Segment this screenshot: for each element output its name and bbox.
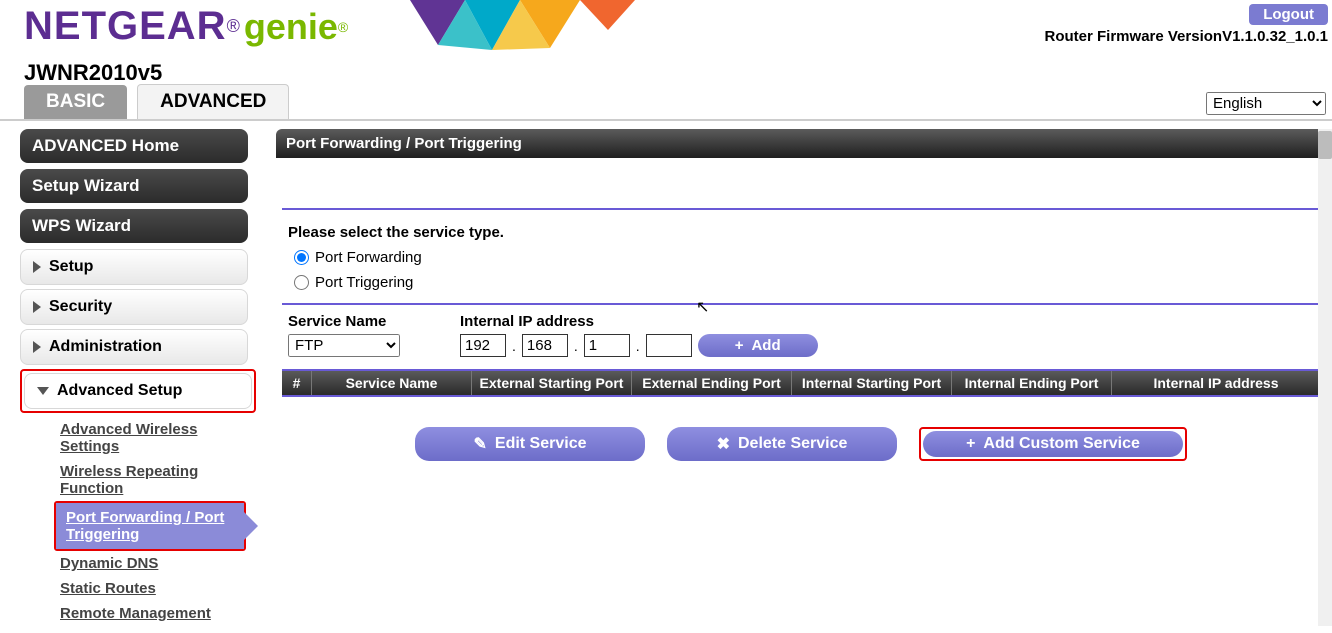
sublink-port-forwarding[interactable]: Port Forwarding / Port Triggering [56,503,244,549]
port-table-header: # Service Name External Starting Port Ex… [282,371,1320,395]
main-tabs: BASIC ADVANCED English [0,84,1332,121]
sidebar-item-label: Administration [49,338,162,356]
ip-octet-4[interactable] [646,334,692,357]
netgear-logo-text: NETGEAR [24,4,227,49]
action-button-row: ✎ Edit Service ✖ Delete Service + Add Cu… [282,397,1320,471]
highlight-advanced-setup: Advanced Setup [20,369,256,413]
caret-right-icon [33,261,41,273]
sublink-remote-management[interactable]: Remote Management [60,601,256,626]
logout-button[interactable]: Logout [1249,4,1328,25]
radio-port-triggering-input[interactable] [294,275,309,290]
sublink-dynamic-dns[interactable]: Dynamic DNS [60,551,256,576]
edit-service-button[interactable]: ✎ Edit Service [415,427,645,461]
decorative-triangles-icon [410,0,670,60]
plus-icon: + [966,435,975,453]
service-type-prompt: Please select the service type. [288,224,1314,241]
add-custom-service-button[interactable]: + Add Custom Service [923,431,1183,457]
col-extend: External Ending Port [632,371,792,395]
col-extstart: External Starting Port [472,371,632,395]
radio-port-forwarding-input[interactable] [294,250,309,265]
sidebar-item-label: Security [49,298,112,316]
internal-ip-group: . . . + Add [460,334,818,357]
sidebar-item-advanced-setup[interactable]: Advanced Setup [24,373,252,409]
ip-octet-1[interactable] [460,334,506,357]
model-label: JWNR2010v5 [24,60,162,86]
button-label: Add Custom Service [983,435,1139,453]
tab-advanced[interactable]: ADVANCED [137,84,289,119]
internal-ip-label: Internal IP address [460,313,818,330]
scrollbar[interactable] [1318,129,1332,626]
button-label: Edit Service [495,435,587,453]
sidebar-pill-wps-wizard[interactable]: WPS Wizard [20,209,248,243]
delete-service-button[interactable]: ✖ Delete Service [667,427,897,461]
caret-down-icon [37,387,49,395]
caret-right-icon [33,301,41,313]
sidebar-item-setup[interactable]: Setup [20,249,248,285]
panel-title: Port Forwarding / Port Triggering [276,129,1326,158]
firmware-label: Router Firmware VersionV1.1.0.32_1.0.1 [1045,28,1328,45]
sublink-static-routes[interactable]: Static Routes [60,576,256,601]
service-name-label: Service Name [288,313,400,330]
plus-icon: + [735,337,744,354]
sidebar-pill-advanced-home[interactable]: ADVANCED Home [20,129,248,163]
genie-logo-text: genie [244,6,338,48]
language-select[interactable]: English [1206,92,1326,115]
sidebar-item-security[interactable]: Security [20,289,248,325]
col-index: # [282,371,312,395]
caret-right-icon [33,341,41,353]
radio-port-triggering[interactable]: Port Triggering [288,272,1314,297]
button-label: Add [751,337,780,354]
radio-label: Port Triggering [315,274,413,291]
add-button[interactable]: + Add [698,334,818,357]
col-intstart: Internal Starting Port [792,371,952,395]
sidebar-item-administration[interactable]: Administration [20,329,248,365]
registered-icon: ® [227,16,240,37]
header: NETGEAR ® genie ® JWNR2010v5 Logout Rout… [0,0,1332,84]
highlight-add-custom: + Add Custom Service [919,427,1187,461]
service-name-select[interactable]: FTP [288,334,400,357]
ip-octet-3[interactable] [584,334,630,357]
radio-port-forwarding[interactable]: Port Forwarding [288,247,1314,272]
col-intend: Internal Ending Port [952,371,1112,395]
sidebar-item-label: Advanced Setup [57,382,182,400]
radio-label: Port Forwarding [315,249,422,266]
x-icon: ✖ [717,434,730,454]
tab-basic[interactable]: BASIC [24,85,127,119]
sidebar-item-label: Setup [49,258,93,276]
sublink-wireless-repeating[interactable]: Wireless Repeating Function [60,459,256,501]
main-panel: Port Forwarding / Port Triggering Please… [276,129,1326,626]
scrollbar-thumb[interactable] [1318,131,1332,159]
sidebar: ADVANCED Home Setup Wizard WPS Wizard Se… [20,129,256,626]
registered-icon: ® [338,19,348,35]
col-service: Service Name [312,371,472,395]
sublink-advanced-wireless[interactable]: Advanced Wireless Settings [60,417,256,459]
col-intip: Internal IP address [1112,371,1320,395]
pencil-icon: ✎ [473,434,486,454]
ip-octet-2[interactable] [522,334,568,357]
highlight-port-forwarding: Port Forwarding / Port Triggering [54,501,246,551]
button-label: Delete Service [738,435,847,453]
advanced-setup-sublist: Advanced Wireless Settings Wireless Repe… [20,413,256,626]
sidebar-pill-setup-wizard[interactable]: Setup Wizard [20,169,248,203]
